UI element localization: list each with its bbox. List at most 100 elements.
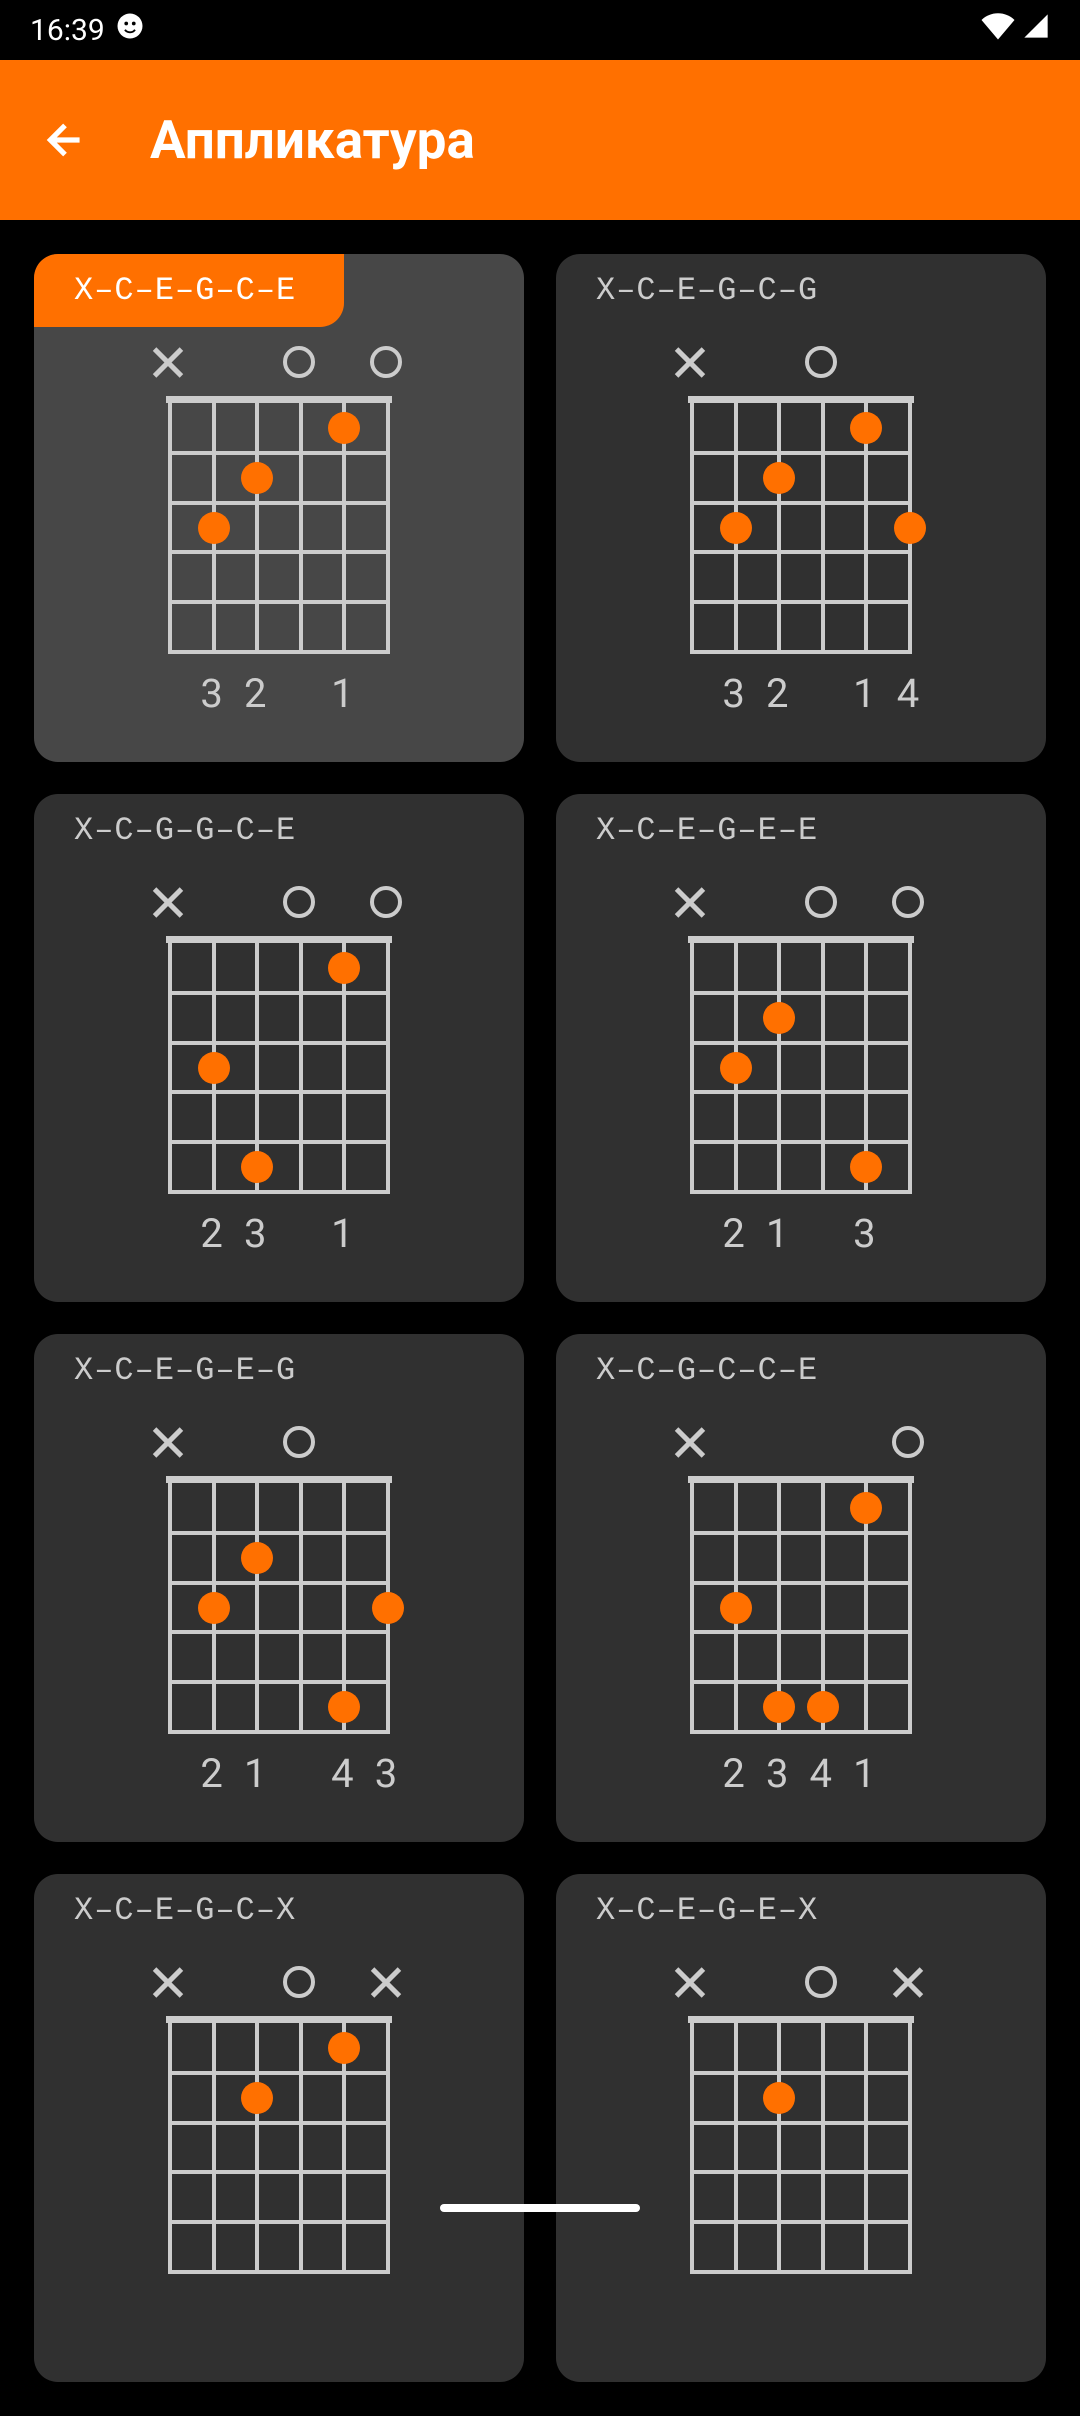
- muted-string-icon: [152, 346, 184, 378]
- fret-dot: [850, 1492, 882, 1524]
- finger-number: 4: [810, 1750, 832, 1797]
- chord-card[interactable]: X–C–G–G–C–E 23 1: [34, 794, 524, 1302]
- finger-number: 2: [244, 670, 266, 717]
- muted-string-icon: [892, 1966, 924, 1998]
- fret-dot: [198, 512, 230, 544]
- chord-label: X–C–E–G–C–X: [34, 1874, 524, 1947]
- fret-dot: [241, 1542, 273, 1574]
- fret-dot: [720, 1052, 752, 1084]
- chord-label: X–C–E–G–E–E: [556, 794, 1046, 867]
- chord-diagram: 32 1: [125, 346, 433, 718]
- chord-diagram: [125, 1966, 433, 2338]
- chord-diagram: 21 43: [125, 1426, 433, 1798]
- finger-number: 2: [722, 1750, 744, 1797]
- fret-dot: [720, 1592, 752, 1624]
- muted-string-icon: [152, 1966, 184, 1998]
- wifi-icon: [980, 12, 1016, 48]
- fret-dot: [372, 1592, 404, 1624]
- fret-dot: [763, 2082, 795, 2114]
- chord-card[interactable]: X–C–E–G–C–X: [34, 1874, 524, 2382]
- chord-card[interactable]: X–C–E–G–E–G 21 43: [34, 1334, 524, 1842]
- open-string-icon: [892, 886, 924, 918]
- fret-dot: [198, 1052, 230, 1084]
- fret-dot: [894, 512, 926, 544]
- finger-number: 2: [200, 1750, 222, 1797]
- open-string-icon: [283, 1966, 315, 1998]
- muted-string-icon: [674, 346, 706, 378]
- finger-number: 3: [853, 1210, 875, 1257]
- fret-dot: [241, 1151, 273, 1183]
- fret-dot: [763, 1691, 795, 1723]
- open-string-icon: [805, 346, 837, 378]
- chord-label: X–C–E–G–E–X: [556, 1874, 1046, 1947]
- open-string-icon: [370, 886, 402, 918]
- finger-number: 1: [853, 1750, 875, 1797]
- fret-dot: [328, 952, 360, 984]
- finger-number: 3: [244, 1210, 266, 1257]
- muted-string-icon: [674, 886, 706, 918]
- muted-string-icon: [152, 1426, 184, 1458]
- fret-dot: [763, 462, 795, 494]
- chord-card[interactable]: X–C–E–G–E–X: [556, 1874, 1046, 2382]
- fret-dot: [763, 1002, 795, 1034]
- chord-diagram: 21 3: [647, 886, 955, 1258]
- chord-label: X–C–E–G–E–G: [34, 1334, 524, 1407]
- chord-label: X–C–G–G–C–E: [34, 794, 524, 867]
- fret-dot: [720, 512, 752, 544]
- chord-diagram: 23 1: [125, 886, 433, 1258]
- open-string-icon: [283, 346, 315, 378]
- muted-string-icon: [674, 1966, 706, 1998]
- finger-number: 3: [200, 670, 222, 717]
- fret-dot: [328, 1691, 360, 1723]
- finger-number: 1: [853, 670, 875, 717]
- chord-label: X–C–E–G–C–G: [556, 254, 1046, 327]
- finger-number: 2: [200, 1210, 222, 1257]
- fret-dot: [328, 412, 360, 444]
- chord-card[interactable]: X–C–E–G–C–G 32 14: [556, 254, 1046, 762]
- muted-string-icon: [152, 886, 184, 918]
- finger-number: 1: [244, 1750, 266, 1797]
- fret-dot: [328, 2032, 360, 2064]
- finger-number: 4: [897, 670, 919, 717]
- chord-card[interactable]: X–C–E–G–C–E321: [34, 254, 524, 762]
- muted-string-icon: [674, 1426, 706, 1458]
- finger-number: 1: [766, 1210, 788, 1257]
- finger-number: 1: [331, 1210, 353, 1257]
- chord-card[interactable]: X–C–G–C–C–E 2341: [556, 1334, 1046, 1842]
- open-string-icon: [805, 886, 837, 918]
- fret-dot: [241, 2082, 273, 2114]
- open-string-icon: [370, 346, 402, 378]
- finger-number: 2: [722, 1210, 744, 1257]
- status-left: 16:39: [30, 11, 145, 49]
- fret-dot: [850, 412, 882, 444]
- fret-dot: [198, 1592, 230, 1624]
- nav-handle[interactable]: [440, 2204, 640, 2212]
- open-string-icon: [892, 1426, 924, 1458]
- app-bar: Аппликатура: [0, 60, 1080, 220]
- open-string-icon: [283, 1426, 315, 1458]
- finger-number: 2: [766, 670, 788, 717]
- signal-icon: [1022, 12, 1050, 48]
- muted-string-icon: [370, 1966, 402, 1998]
- status-time: 16:39: [30, 13, 105, 48]
- finger-number: 3: [766, 1750, 788, 1797]
- chord-grid: X–C–E–G–C–E321X–C–E–G–C–G3214X–C–G–G–C–E…: [0, 220, 1080, 2416]
- chord-diagram: 2341: [647, 1426, 955, 1798]
- status-right: [980, 12, 1050, 48]
- chord-diagram: [647, 1966, 955, 2338]
- chord-diagram: 32 14: [647, 346, 955, 718]
- status-bar: 16:39: [0, 0, 1080, 60]
- finger-number: 3: [375, 1750, 397, 1797]
- chord-label: X–C–G–C–C–E: [556, 1334, 1046, 1407]
- open-string-icon: [283, 886, 315, 918]
- page-title: Аппликатура: [150, 109, 475, 171]
- finger-number: 1: [331, 670, 353, 717]
- open-string-icon: [805, 1966, 837, 1998]
- notification-icon: [115, 11, 145, 49]
- finger-number: 3: [722, 670, 744, 717]
- chord-card[interactable]: X–C–E–G–E–E 21 3: [556, 794, 1046, 1302]
- back-button[interactable]: [40, 115, 90, 165]
- fret-dot: [241, 462, 273, 494]
- finger-number: 4: [331, 1750, 353, 1797]
- fret-dot: [807, 1691, 839, 1723]
